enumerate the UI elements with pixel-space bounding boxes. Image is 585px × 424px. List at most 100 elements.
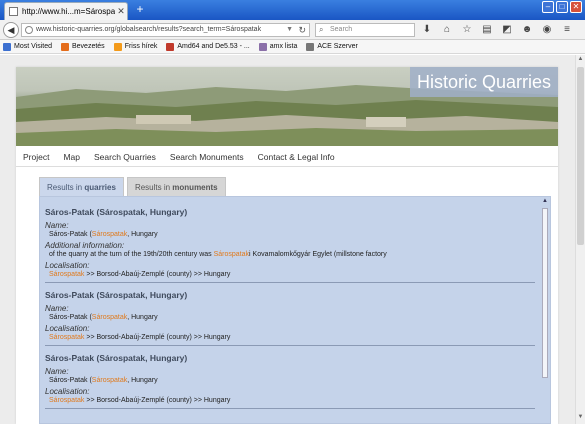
menu-item[interactable]: Project [23, 152, 49, 162]
localisation-value: Sárospatak >> Borsod-Abaúj-Zemplé (count… [45, 334, 535, 341]
result-entry: Sáros-Patak (Sárospatak, Hungary) Name: Sá… [45, 290, 535, 346]
minimize-icon[interactable]: – [542, 1, 554, 13]
page-scroll-up-icon[interactable]: ▲ [576, 56, 585, 65]
window-controls: – □ ✕ [542, 1, 582, 13]
close-tab-icon[interactable]: ✕ [115, 6, 127, 17]
tab-prefix: Results in [134, 183, 173, 192]
bookmark-label: ACE Szerver [317, 43, 358, 50]
page-scroll-thumb[interactable] [577, 67, 584, 245]
reload-icon[interactable]: ↻ [298, 24, 306, 36]
results-panel: Sáros-Patak (Sárospatak, Hungary) Name: Sá… [39, 196, 551, 424]
name-value: Sáros-Patak (Sárospatak, Hungary [45, 231, 535, 238]
bookmark-label: Bevezetés [72, 43, 105, 50]
pocket-icon[interactable]: ◩ [500, 23, 514, 37]
site-main-menu: Project Map Search Quarries Search Monument… [16, 147, 558, 167]
result-title[interactable]: Sáros-Patak (Sárospatak, Hungary) [45, 353, 535, 363]
bookmark-item[interactable]: ACE Szerver [306, 42, 358, 51]
bookmarks-list-icon[interactable]: ▤ [480, 23, 494, 37]
tab-prefix: Results in [47, 183, 85, 192]
page-scrollbar[interactable]: ▲ ▼ [575, 55, 585, 424]
localisation-value: Sárospatak >> Borsod-Abaúj-Zemplé (count… [45, 397, 535, 404]
site-container: Historic Quarries Project Map Search Quarr… [16, 67, 558, 424]
localisation-value: Sárospatak >> Borsod-Abaúj-Zemplé (count… [45, 271, 535, 278]
browser-tab[interactable]: http://www.hi...m=Sárospatak ✕ [4, 2, 128, 20]
tab-results-monuments[interactable]: Results in monuments [126, 177, 226, 196]
search-icon: ⌕ [319, 25, 324, 34]
url-text: www.historic-quarries.org/globalsearch/r… [36, 26, 262, 33]
menu-item[interactable]: Contact & Legal Info [258, 152, 335, 162]
quarry-banner-image: Historic Quarries [16, 67, 558, 146]
bookmark-item[interactable]: Most Visited [3, 42, 52, 51]
bookmark-star-icon[interactable]: ☆ [460, 23, 474, 37]
tab-results-quarries[interactable]: Results in quarries [39, 177, 124, 196]
place-link[interactable]: Sárospatak [92, 377, 127, 384]
page-icon [258, 42, 267, 51]
place-link[interactable]: Sárospatak [214, 251, 249, 258]
back-arrow-icon[interactable]: ◀ [3, 22, 19, 38]
localisation-path: >> Borsod-Abaúj-Zemplé (county) >> Hunga… [84, 271, 231, 278]
bookmark-label: amx lista [269, 43, 298, 50]
name-text: Sáros-Patak ( [49, 377, 92, 384]
result-title[interactable]: Sáros-Patak (Sárospatak, Hungary) [45, 290, 535, 300]
menu-item[interactable]: Search Monuments [170, 152, 244, 162]
bookmark-item[interactable]: Friss hírek [113, 42, 158, 51]
name-suffix: , Hungary [127, 314, 158, 321]
menu-item[interactable]: Map [63, 152, 80, 162]
bookmark-item[interactable]: Amd64 and De5.53 - ... [166, 42, 250, 51]
place-link[interactable]: Sárospatak [92, 231, 127, 238]
scroll-up-icon[interactable]: ▲ [541, 198, 549, 204]
name-text: Sáros-Patak ( [49, 231, 92, 238]
browser-titlebar: http://www.hi...m=Sárospatak ✕ + – □ ✕ [0, 0, 585, 20]
rss-icon [113, 42, 122, 51]
results-list: Sáros-Patak (Sárospatak, Hungary) Name: Sá… [45, 207, 535, 416]
info-text: of the quarry at the turn of the 19th/20… [49, 251, 214, 258]
localisation-path: >> Borsod-Abaúj-Zemplé (county) >> Hunga… [84, 334, 231, 341]
close-window-icon[interactable]: ✕ [570, 1, 582, 13]
name-label: Name: [45, 367, 69, 376]
result-entry: Sáros-Patak (Sárospatak, Hungary) Name: Sá… [45, 353, 535, 409]
download-icon[interactable]: ⬇ [420, 23, 434, 37]
bookmark-label: Friss hírek [124, 43, 158, 50]
firefox-icon [61, 42, 69, 51]
home-icon[interactable]: ⌂ [440, 23, 454, 37]
maximize-icon[interactable]: □ [556, 1, 568, 13]
menu-icon[interactable]: ≡ [560, 23, 574, 37]
page-scroll-down-icon[interactable]: ▼ [576, 414, 585, 423]
localisation-label: Localisation: [45, 324, 90, 333]
search-placeholder: Search [330, 26, 353, 33]
bookmarks-bar: Most Visited Bevezetés Friss hírek Amd64 an… [0, 40, 585, 54]
new-tab-icon[interactable]: + [133, 3, 147, 17]
name-label: Name: [45, 304, 69, 313]
result-title[interactable]: Sáros-Patak (Sárospatak, Hungary) [45, 207, 535, 217]
page-icon [306, 42, 315, 51]
name-value: Sáros-Patak (Sárospatak, Hungary [45, 314, 535, 321]
place-link[interactable]: Sárospatak [49, 334, 84, 341]
page-icon [9, 7, 18, 16]
info-value: of the quarry at the turn of the 19th/20… [45, 251, 535, 258]
bookmark-item[interactable]: Bevezetés [61, 42, 105, 51]
localisation-label: Localisation: [45, 387, 90, 396]
menu-item[interactable]: Search Quarries [94, 152, 156, 162]
chat-icon[interactable]: ◉ [540, 23, 554, 37]
localisation-label: Localisation: [45, 261, 90, 270]
search-bar[interactable]: ⌕ Search [315, 23, 415, 37]
bookmark-item[interactable]: amx lista [258, 42, 298, 51]
site-brand-title[interactable]: Historic Quarries [410, 67, 558, 97]
info-suffix: i Kovamalomkőgyár Egylet (millstone fact… [249, 251, 387, 258]
url-bar[interactable]: www.historic-quarries.org/globalsearch/r… [21, 23, 310, 37]
place-link[interactable]: Sárospatak [49, 397, 84, 404]
localisation-path: >> Borsod-Abaúj-Zemplé (county) >> Hunga… [84, 397, 231, 404]
info-label: Additional information: [45, 241, 125, 250]
place-link[interactable]: Sárospatak [92, 314, 127, 321]
scroll-thumb[interactable] [542, 208, 548, 378]
place-link[interactable]: Sárospatak [49, 271, 84, 278]
name-value: Sáros-Patak (Sárospatak, Hungary [45, 377, 535, 384]
toolbar-icons: ⬇ ⌂ ☆ ▤ ◩ ☻ ◉ ≡ [420, 23, 574, 37]
page-viewport: Historic Quarries Project Map Search Quarr… [0, 55, 585, 424]
tab-keyword: quarries [84, 183, 116, 192]
name-suffix: , Hungary [127, 231, 158, 238]
tab-keyword: monuments [172, 183, 218, 192]
history-dropdown-icon[interactable]: ▼ [286, 24, 293, 36]
results-scrollbar[interactable]: ▲ [541, 198, 549, 423]
sync-icon[interactable]: ☻ [520, 23, 534, 37]
